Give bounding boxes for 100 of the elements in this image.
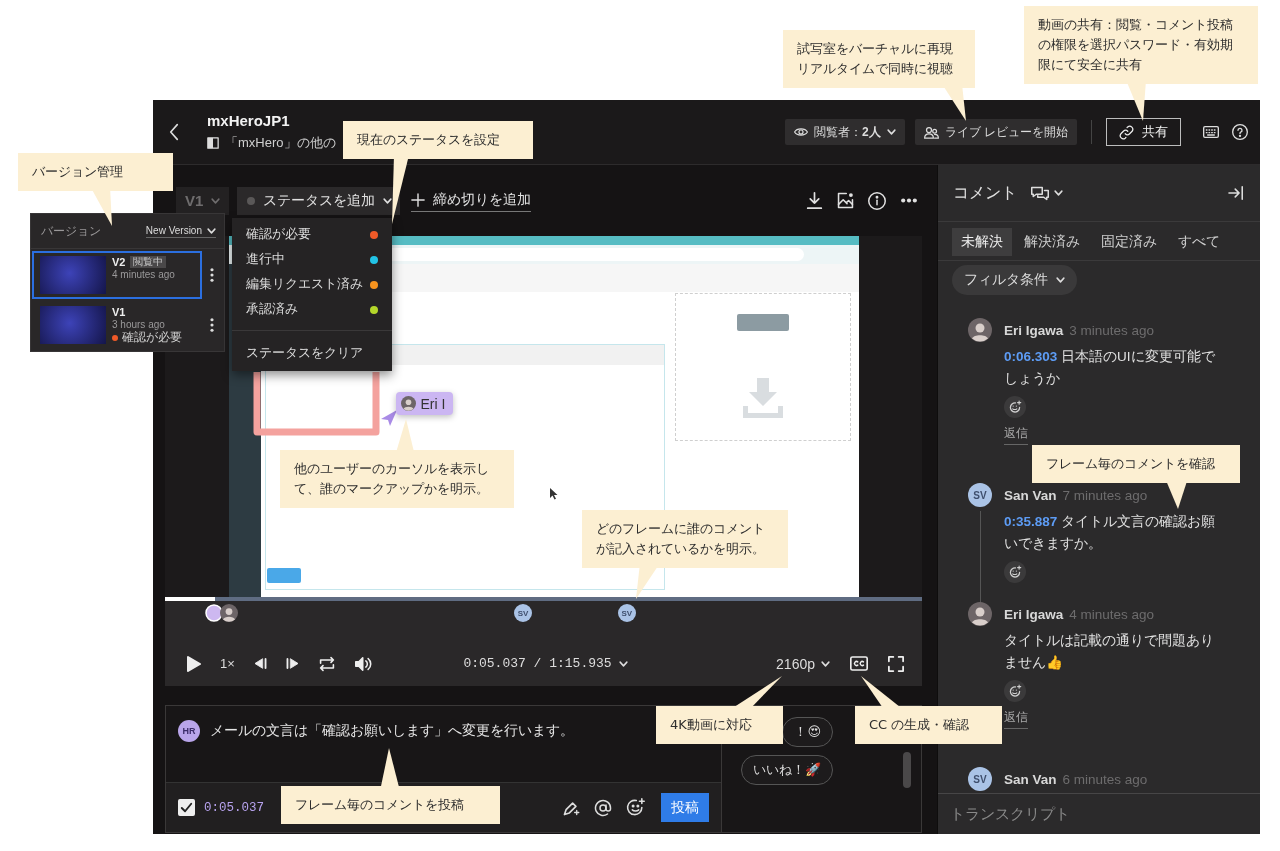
status-option[interactable]: 編集リクエスト済み — [232, 272, 392, 297]
panel-icon — [207, 137, 219, 149]
user-avatar: SV — [968, 483, 992, 507]
chevron-down-icon[interactable] — [1054, 190, 1063, 196]
play-icon[interactable] — [187, 655, 201, 672]
filter-dropdown[interactable]: フィルタ条件 — [952, 265, 1077, 295]
people-icon — [923, 125, 939, 139]
project-title: mxHeroJP1 — [207, 112, 291, 129]
chat-bubbles-icon[interactable] — [1031, 185, 1049, 201]
comment-marker-icon[interactable] — [205, 604, 224, 622]
keyboard-icon[interactable] — [1203, 126, 1219, 138]
smiley-plus-icon[interactable] — [626, 798, 645, 817]
smiley-plus-icon[interactable] — [1004, 396, 1026, 418]
cursor-arrow-icon — [380, 410, 397, 426]
kebab-menu-icon[interactable] — [210, 268, 214, 282]
volume-icon[interactable] — [354, 656, 372, 671]
more-icon[interactable] — [900, 198, 918, 203]
comment-timestamp: 0:05.037 — [204, 800, 264, 815]
fullscreen-icon[interactable] — [888, 655, 904, 672]
chevron-down-icon — [211, 197, 221, 204]
download-icon[interactable] — [806, 192, 823, 209]
version-item[interactable]: V1 3 hours ago 確認が必要 — [32, 301, 202, 349]
comment-text: 0:06.303 日本語のUIに変更可能でしょうか — [1004, 348, 1216, 388]
comment-marker[interactable]: SV — [617, 604, 636, 622]
annotation-callout: 動画の共有：閲覧・コメント投稿の権限を選択パスワード・有効期限にて安全に共有 — [1024, 6, 1258, 84]
at-sign-icon[interactable] — [594, 798, 612, 817]
comment-author: San Van — [1004, 771, 1057, 787]
filter-tab[interactable]: すべて — [1169, 228, 1229, 256]
step-forward-icon[interactable] — [285, 658, 299, 669]
timestamp-checkbox[interactable] — [178, 799, 195, 816]
reaction-chip[interactable]: ！😍 — [782, 717, 833, 747]
version-item[interactable]: V2 閲覧中 4 minutes ago — [32, 251, 202, 299]
version-name: V1 — [112, 306, 126, 318]
eye-icon — [793, 127, 808, 137]
reply-link[interactable]: 返信 — [1004, 708, 1028, 729]
quality-dropdown[interactable]: 2160p — [776, 655, 830, 672]
smiley-plus-icon[interactable] — [1004, 680, 1026, 702]
help-icon[interactable] — [1232, 124, 1248, 140]
live-review-button[interactable]: ライブ レビューを開始 — [914, 119, 1077, 145]
step-back-icon[interactable] — [253, 658, 267, 669]
chevron-left-icon[interactable] — [169, 123, 179, 141]
speed-button[interactable]: 1× — [220, 656, 235, 671]
status-dropdown[interactable]: ステータスを追加 — [237, 186, 401, 215]
annotation-callout: 他のユーザーのカーソルを表示して、誰のマークアップかを明示。 — [280, 450, 514, 508]
panel-title: バージョン — [41, 222, 101, 240]
timecode-dropdown[interactable]: 0:05.037 / 1:15.935 — [463, 656, 628, 671]
clear-status-option[interactable]: ステータスをクリア — [232, 339, 392, 367]
transcript-section[interactable]: トランスクリプト — [950, 804, 1070, 824]
comment-time: 3 minutes ago — [1069, 322, 1155, 338]
chevron-down-icon — [1056, 277, 1065, 283]
status-option[interactable]: 承認済み — [232, 297, 392, 322]
progress-track[interactable] — [165, 597, 922, 601]
comment-text: タイトルは記載の通りで問題ありません👍 — [1004, 632, 1215, 672]
timestamp-link[interactable]: 0:06.303 — [1004, 349, 1058, 364]
status-option[interactable]: 確認が必要 — [232, 222, 392, 247]
project-subtitle: 「mxHero」の他の — [225, 134, 336, 152]
info-icon[interactable] — [868, 191, 886, 210]
user-avatar: HR — [178, 720, 200, 742]
kebab-menu-icon[interactable] — [210, 318, 214, 332]
chevron-down-icon — [207, 227, 216, 234]
loop-icon[interactable] — [317, 655, 336, 672]
add-deadline-button[interactable]: 締め切りを追加 — [411, 189, 532, 212]
reply-link[interactable]: 返信 — [1004, 424, 1028, 445]
annotation-callout: どのフレームに誰のコメントが記入されているかを明示。 — [582, 510, 788, 568]
filter-tab[interactable]: 未解決 — [952, 228, 1012, 256]
filter-tab[interactable]: 固定済み — [1092, 228, 1166, 256]
comment-time: 6 minutes ago — [1062, 771, 1148, 787]
plus-icon — [411, 193, 426, 207]
viewers-button[interactable]: 閲覧者：2人 — [784, 119, 905, 145]
status-dot-icon — [247, 196, 256, 205]
scrollbar-thumb[interactable] — [903, 752, 911, 788]
version-time: 3 hours ago — [112, 319, 165, 330]
comment-text: 0:35.887 タイトル文言の確認お願いできますか。 — [1004, 513, 1217, 553]
attach-bar — [736, 314, 789, 331]
timestamp-link[interactable]: 0:35.887 — [1004, 514, 1058, 529]
cc-icon[interactable] — [850, 656, 868, 671]
user-avatar: SV — [968, 767, 992, 791]
chevron-down-icon — [821, 660, 830, 667]
collapse-panel-icon[interactable] — [1228, 186, 1244, 200]
status-option[interactable]: 進行中 — [232, 247, 392, 272]
user-avatar-icon — [968, 602, 992, 626]
share-button[interactable]: 共有 — [1106, 118, 1181, 146]
version-time: 4 minutes ago — [112, 269, 175, 280]
comment-author: Eri Igawa — [1004, 606, 1064, 622]
mouse-pointer-icon — [549, 488, 558, 500]
user-avatar-icon[interactable] — [219, 604, 238, 622]
new-version-dropdown[interactable]: New Version — [145, 224, 216, 238]
user-avatar-icon — [400, 396, 416, 411]
reaction-chip[interactable]: いいね！🚀 — [741, 755, 833, 785]
comment-author: Eri Igawa — [1004, 322, 1064, 338]
comment-time: 7 minutes ago — [1062, 487, 1148, 503]
smiley-plus-icon[interactable] — [1004, 561, 1026, 583]
filter-tab[interactable]: 解決済み — [1015, 228, 1089, 256]
image-icon[interactable] — [837, 192, 854, 209]
comment-input[interactable]: メールの文言は「確認お願いします」へ変更を行います。 — [210, 720, 574, 742]
link-icon — [1119, 124, 1134, 140]
comment-marker[interactable]: SV — [514, 604, 533, 622]
user-avatar-icon — [968, 318, 992, 342]
send-bar — [266, 568, 301, 583]
post-button[interactable]: 投稿 — [661, 793, 709, 822]
